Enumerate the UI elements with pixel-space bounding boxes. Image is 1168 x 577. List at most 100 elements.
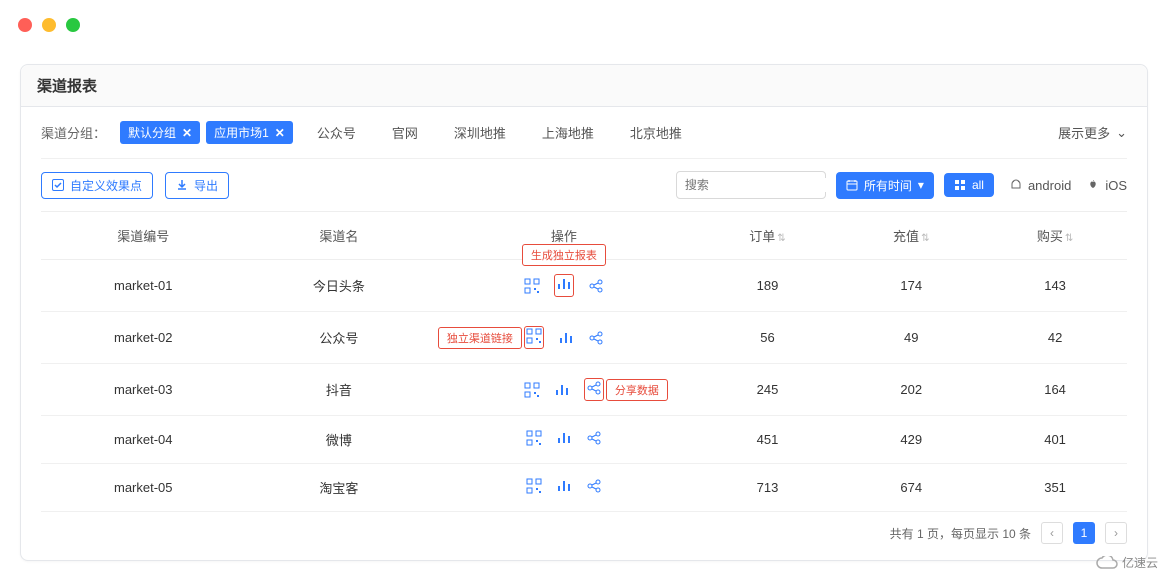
platform-ios-button[interactable]: iOS: [1087, 178, 1127, 193]
page-next-button[interactable]: ›: [1105, 522, 1127, 544]
cell-channel-id: market-02: [41, 312, 246, 364]
cell-orders: 189: [696, 260, 840, 312]
pagination-summary: 共有 1 页，每页显示 10 条: [890, 525, 1031, 542]
watermark: 亿速云: [1096, 554, 1158, 571]
cell-channel-name: 公众号: [246, 312, 433, 364]
sort-icon[interactable]: ⇅: [921, 233, 929, 244]
cell-recharge: 429: [839, 416, 983, 464]
share-icon[interactable]: [588, 330, 604, 346]
cell-channel-id: market-04: [41, 416, 246, 464]
page-number[interactable]: 1: [1073, 522, 1095, 544]
cell-actions: 独立渠道链接: [432, 312, 695, 364]
callout-link: 独立渠道链接: [438, 327, 522, 349]
download-icon: [176, 179, 188, 191]
filter-group[interactable]: 官网: [392, 123, 418, 142]
cell-channel-name: 抖音: [246, 364, 433, 416]
table-row: market-04微博 451429401: [41, 416, 1127, 464]
close-icon[interactable]: ✕: [275, 126, 285, 140]
filter-group[interactable]: 上海地推: [542, 123, 594, 142]
cell-orders: 56: [696, 312, 840, 364]
grid-icon: [954, 179, 966, 191]
cell-channel-id: market-03: [41, 364, 246, 416]
cell-actions: 分享数据: [432, 364, 695, 416]
qr-icon[interactable]: [524, 278, 540, 294]
table-row: market-03抖音 分享数据 245202164: [41, 364, 1127, 416]
cell-orders: 713: [696, 464, 840, 512]
cell-recharge: 174: [839, 260, 983, 312]
platform-android-button[interactable]: android: [1010, 178, 1071, 193]
window-max-dot[interactable]: [66, 18, 80, 32]
col-channel-name: 渠道名: [246, 212, 433, 260]
col-channel-id: 渠道编号: [41, 212, 246, 260]
chart-icon[interactable]: [556, 430, 572, 446]
chart-icon[interactable]: [558, 330, 574, 346]
cell-purchase: 164: [983, 364, 1127, 416]
table-row: market-02公众号独立渠道链接 564942: [41, 312, 1127, 364]
cloud-icon: [1096, 556, 1118, 570]
share-icon[interactable]: [586, 380, 602, 396]
share-icon[interactable]: [588, 278, 604, 294]
platform-all-button[interactable]: all: [944, 173, 994, 197]
col-purchase[interactable]: 购买⇅: [983, 212, 1127, 260]
col-recharge[interactable]: 充值⇅: [839, 212, 983, 260]
sort-icon[interactable]: ⇅: [1065, 233, 1073, 244]
chart-icon[interactable]: [556, 478, 572, 494]
page-title: 渠道报表: [21, 65, 1147, 107]
sort-icon[interactable]: ⇅: [777, 233, 785, 244]
time-filter-button[interactable]: 所有时间▾: [836, 172, 934, 199]
filter-group[interactable]: 北京地推: [630, 123, 682, 142]
cell-channel-name: 今日头条: [246, 260, 433, 312]
callout-share: 分享数据: [606, 379, 668, 401]
cell-orders: 451: [696, 416, 840, 464]
custom-points-button[interactable]: 自定义效果点: [41, 172, 153, 199]
share-icon[interactable]: [586, 430, 602, 446]
filter-tag[interactable]: 默认分组✕: [120, 121, 200, 144]
qr-icon[interactable]: [526, 328, 542, 344]
search-input[interactable]: [685, 178, 840, 192]
close-icon[interactable]: ✕: [182, 126, 192, 140]
cell-actions: [432, 464, 695, 512]
checkbox-icon: [52, 179, 64, 191]
filter-group[interactable]: 公众号: [317, 123, 356, 142]
cell-channel-name: 微博: [246, 416, 433, 464]
chevron-down-icon: ⌄: [1116, 125, 1127, 141]
cell-purchase: 143: [983, 260, 1127, 312]
cell-channel-name: 淘宝客: [246, 464, 433, 512]
show-more-button[interactable]: 展示更多⌄: [1058, 123, 1127, 142]
android-icon: [1010, 179, 1022, 191]
qr-icon[interactable]: [526, 478, 542, 494]
apple-icon: [1087, 179, 1099, 191]
export-button[interactable]: 导出: [165, 172, 229, 199]
cell-purchase: 351: [983, 464, 1127, 512]
cell-recharge: 674: [839, 464, 983, 512]
cell-orders: 245: [696, 364, 840, 416]
chart-icon[interactable]: [554, 382, 570, 398]
window-close-dot[interactable]: [18, 18, 32, 32]
cell-recharge: 202: [839, 364, 983, 416]
filter-group[interactable]: 深圳地推: [454, 123, 506, 142]
filter-label: 渠道分组：: [41, 123, 106, 142]
cell-actions: [432, 416, 695, 464]
qr-icon[interactable]: [526, 430, 542, 446]
cell-purchase: 42: [983, 312, 1127, 364]
chart-icon[interactable]: [556, 276, 572, 292]
cell-actions: [432, 260, 695, 312]
caret-down-icon: ▾: [918, 178, 924, 192]
cell-channel-id: market-05: [41, 464, 246, 512]
cell-channel-id: market-01: [41, 260, 246, 312]
qr-icon[interactable]: [524, 382, 540, 398]
col-orders[interactable]: 订单⇅: [696, 212, 840, 260]
col-actions: 操作: [551, 229, 577, 244]
share-icon[interactable]: [586, 478, 602, 494]
table-row: market-01今日头条 189174143: [41, 260, 1127, 312]
table-row: market-05淘宝客 713674351: [41, 464, 1127, 512]
cell-recharge: 49: [839, 312, 983, 364]
page-prev-button[interactable]: ‹: [1041, 522, 1063, 544]
channel-table: 渠道编号 渠道名 操作 生成独立报表 订单⇅ 充值⇅ 购买⇅ market-01…: [41, 211, 1127, 512]
filter-tag[interactable]: 应用市场1✕: [206, 121, 293, 144]
calendar-icon: [846, 179, 858, 191]
window-min-dot[interactable]: [42, 18, 56, 32]
cell-purchase: 401: [983, 416, 1127, 464]
callout-report: 生成独立报表: [522, 244, 606, 266]
search-input-wrapper[interactable]: [676, 171, 826, 199]
